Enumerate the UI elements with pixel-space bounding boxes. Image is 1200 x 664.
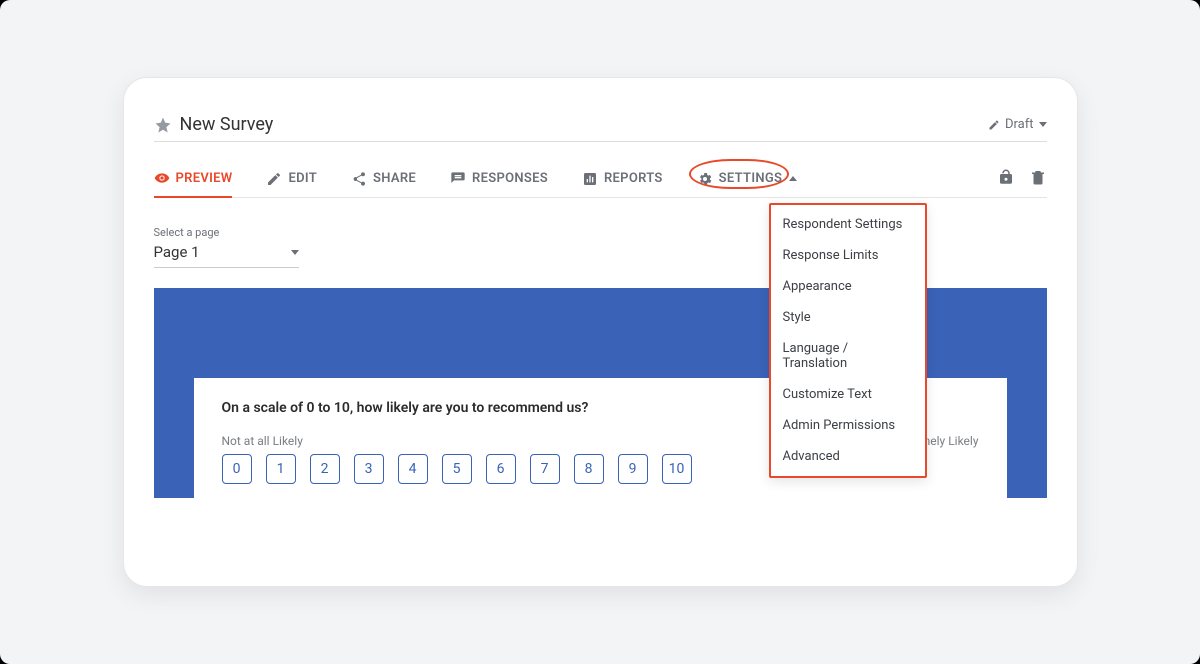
nps-option[interactable]: 6	[486, 454, 516, 484]
tab-label: SETTINGS	[719, 171, 783, 186]
settings-menu-item[interactable]: Response Limits	[771, 240, 925, 271]
nps-option[interactable]: 4	[398, 454, 428, 484]
tab-label: SHARE	[373, 171, 416, 186]
tab-settings[interactable]: SETTINGS	[697, 161, 798, 197]
eye-icon	[154, 170, 170, 186]
pencil-icon	[266, 171, 282, 187]
settings-dropdown-menu: Respondent SettingsResponse LimitsAppear…	[769, 203, 927, 478]
pencil-icon	[988, 119, 1000, 131]
tab-label: REPORTS	[604, 171, 663, 186]
survey-title[interactable]: New Survey	[180, 114, 274, 135]
nps-low-label: Not at all Likely	[222, 434, 303, 448]
unlock-icon[interactable]	[997, 168, 1015, 190]
nps-option[interactable]: 10	[662, 454, 692, 484]
reports-icon	[582, 171, 598, 187]
nps-option[interactable]: 2	[310, 454, 340, 484]
nps-option[interactable]: 3	[354, 454, 384, 484]
status-dropdown[interactable]: Draft	[988, 117, 1047, 132]
chevron-down-icon	[291, 250, 299, 255]
tab-share[interactable]: SHARE	[351, 161, 416, 197]
settings-menu-item[interactable]: Respondent Settings	[771, 209, 925, 240]
nps-option[interactable]: 5	[442, 454, 472, 484]
tab-responses[interactable]: RESPONSES	[450, 161, 548, 197]
nps-option[interactable]: 0	[222, 454, 252, 484]
tab-preview[interactable]: PREVIEW	[154, 160, 233, 198]
gear-icon	[697, 171, 713, 187]
nps-option[interactable]: 9	[618, 454, 648, 484]
tab-label: PREVIEW	[176, 171, 233, 186]
settings-menu-item[interactable]: Advanced	[771, 441, 925, 472]
trash-icon[interactable]	[1029, 168, 1047, 190]
chevron-up-icon	[789, 176, 797, 181]
survey-editor-window: New Survey Draft PREVIEW ED	[123, 77, 1078, 587]
settings-menu-item[interactable]: Appearance	[771, 271, 925, 302]
responses-icon	[450, 171, 466, 187]
status-label: Draft	[1005, 117, 1034, 132]
tab-label: EDIT	[288, 171, 317, 186]
page-selector-dropdown[interactable]: Page 1	[154, 239, 299, 268]
title-bar: New Survey Draft	[154, 114, 1047, 142]
tab-reports[interactable]: REPORTS	[582, 161, 663, 197]
star-icon[interactable]	[154, 116, 172, 134]
tab-label: RESPONSES	[472, 171, 548, 186]
nps-option[interactable]: 7	[530, 454, 560, 484]
page-selector-value: Page 1	[154, 243, 200, 261]
settings-menu-item[interactable]: Customize Text	[771, 379, 925, 410]
chevron-down-icon	[1039, 122, 1047, 127]
settings-menu-item[interactable]: Language / Translation	[771, 333, 925, 379]
tab-edit[interactable]: EDIT	[266, 161, 317, 197]
settings-menu-item[interactable]: Style	[771, 302, 925, 333]
settings-menu-item[interactable]: Admin Permissions	[771, 410, 925, 441]
tabs-bar: PREVIEW EDIT SHARE RESPONSES	[154, 160, 1047, 198]
nps-option[interactable]: 1	[266, 454, 296, 484]
share-icon	[351, 171, 367, 187]
nps-option[interactable]: 8	[574, 454, 604, 484]
